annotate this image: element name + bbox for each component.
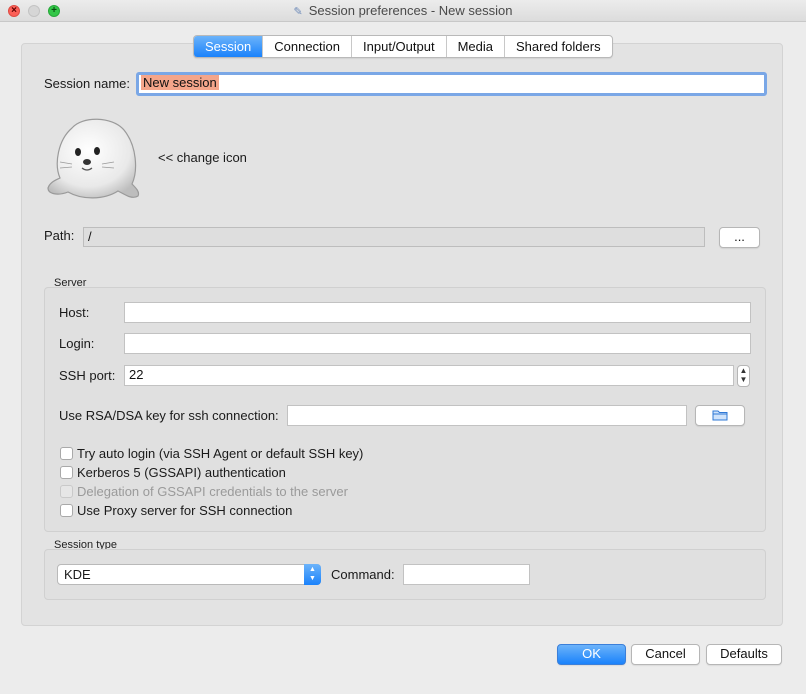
tab-session[interactable]: Session [194,36,264,57]
select-arrows-icon: ▲ ▼ [304,564,321,585]
proxy-label[interactable]: Use Proxy server for SSH connection [77,503,292,518]
tab-shared-folders[interactable]: Shared folders [505,36,612,57]
ok-button[interactable]: OK [557,644,626,665]
change-icon-label[interactable]: << change icon [158,150,247,165]
host-input[interactable] [124,302,751,323]
session-name-input[interactable]: New session [136,72,767,96]
login-label: Login: [59,336,95,351]
path-label: Path: [44,228,75,243]
seal-icon[interactable] [42,116,142,202]
folder-icon [712,410,728,421]
tab-input-output[interactable]: Input/Output [352,36,447,57]
session-name-value: New session [141,75,219,90]
ssh-port-input[interactable]: 22 [124,365,734,386]
cancel-button[interactable]: Cancel [631,644,700,665]
command-label: Command: [331,567,395,582]
tab-media[interactable]: Media [447,36,506,57]
tab-connection[interactable]: Connection [263,36,353,57]
login-input[interactable] [124,333,751,354]
rsa-key-label: Use RSA/DSA key for ssh connection: [59,408,279,423]
command-input[interactable] [403,564,530,585]
kerberos-checkbox[interactable] [60,466,73,479]
proxy-checkbox[interactable] [60,504,73,517]
path-input[interactable]: / [83,227,705,247]
defaults-button[interactable]: Defaults [706,644,782,665]
session-type-select[interactable]: KDE ▲ ▼ [57,564,321,585]
host-label: Host: [59,305,90,320]
gssapi-delegation-checkbox [60,485,73,498]
browse-path-button[interactable]: ... [719,227,760,248]
auto-login-checkbox[interactable] [60,447,73,460]
window-title: ✎ Session preferences - New session [293,3,513,18]
tab-bar: Session Connection Input/Output Media Sh… [193,35,613,58]
ssh-port-label: SSH port: [59,368,116,383]
rsa-key-input[interactable] [287,405,687,426]
ssh-port-stepper[interactable]: ▲ ▼ [737,365,750,387]
pencil-icon: ✎ [293,6,303,18]
session-type-value: KDE [64,567,91,582]
session-name-label: Session name: [44,76,130,91]
browse-key-button[interactable] [695,405,745,426]
kerberos-label[interactable]: Kerberos 5 (GSSAPI) authentication [77,465,286,480]
auto-login-label[interactable]: Try auto login (via SSH Agent or default… [77,446,363,461]
gssapi-delegation-label: Delegation of GSSAPI credentials to the … [77,484,348,499]
